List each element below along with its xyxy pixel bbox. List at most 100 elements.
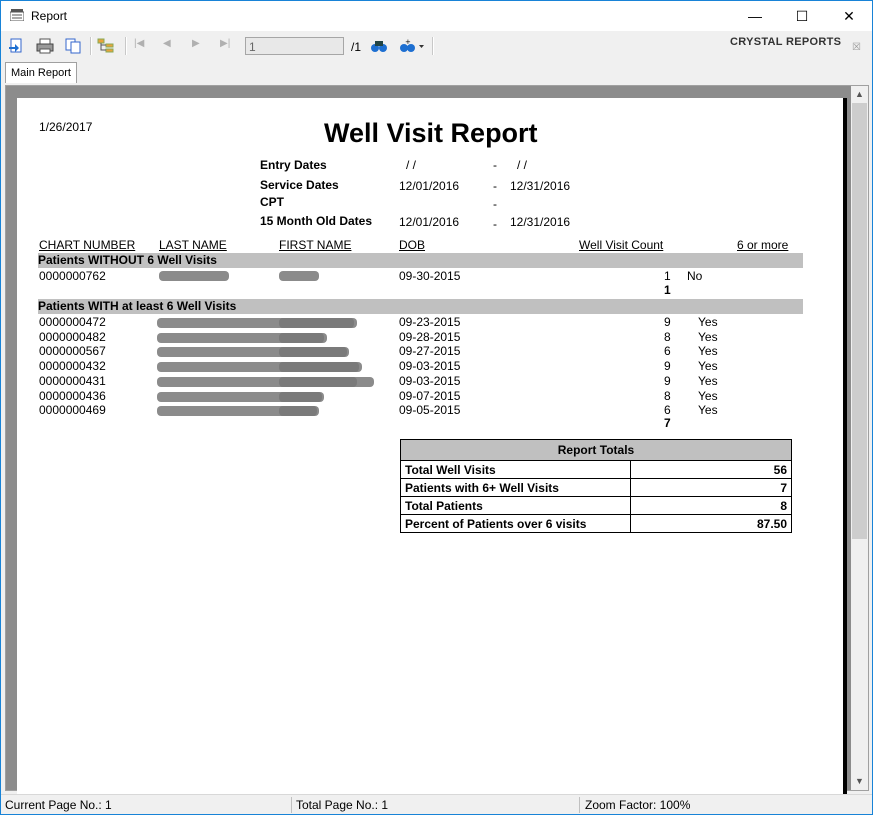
table-row: Patients with 6+ Well Visits 7 (400, 478, 792, 497)
totals-label: Patients with 6+ Well Visits (400, 478, 631, 497)
cell-six-or-more: No (687, 269, 703, 283)
cell-chart-number: 0000000482 (39, 329, 106, 344)
status-separator (579, 797, 580, 813)
cell-dob: 09-23-2015 (399, 315, 461, 329)
redacted-last-name (159, 271, 229, 281)
cell-six-or-more: Yes (698, 344, 718, 359)
find-text-icon[interactable] (370, 38, 388, 54)
redacted-first-name (279, 332, 324, 343)
cell-chart-number: 0000000436 (39, 388, 106, 403)
cell-six-or-more: Yes (698, 315, 718, 329)
copy-icon[interactable] (64, 38, 82, 54)
cell-count: 1 (664, 269, 671, 283)
cell-count: 8 (664, 329, 671, 344)
report-totals-table: Report Totals Total Well Visits 56 Patien… (400, 439, 792, 533)
param-label: Service Dates (260, 178, 339, 192)
group-header-without: Patients WITHOUT 6 Well Visits (38, 253, 803, 268)
export-icon[interactable] (8, 38, 26, 54)
close-viewer-icon[interactable]: ☒ (852, 42, 861, 53)
header-dob: DOB (399, 238, 426, 252)
redacted-first-name (279, 362, 359, 373)
report-app-icon (10, 9, 24, 21)
totals-value: 8 (630, 496, 792, 515)
cell-count: 6 (664, 344, 671, 359)
cell-chart-number: 0000000432 (39, 359, 106, 374)
totals-header: Report Totals (400, 439, 792, 461)
minimize-icon: — (748, 8, 762, 24)
cell-dob: 09-05-2015 (399, 403, 461, 418)
totals-value: 7 (630, 478, 792, 497)
zoom-status: Zoom Factor: 100% (585, 798, 691, 812)
totals-value: 87.50 (630, 514, 792, 533)
param-dash: - (493, 179, 497, 193)
report-window: Report — ☐ ✕ |◀ ◀ ▶ ▶| 1 /1 + CRYSTAL RE… (0, 0, 873, 815)
scroll-down-icon[interactable]: ▼ (851, 773, 868, 790)
redacted-first-name (279, 318, 354, 328)
scrollbar-thumb[interactable] (852, 103, 867, 539)
crystal-reports-logo: CRYSTAL REPORTS (730, 36, 842, 48)
cell-count: 9 (664, 315, 671, 329)
zoom-icon[interactable]: + (397, 38, 425, 54)
cell-chart-number: 0000000567 (39, 344, 106, 359)
tab-bar: Main Report (1, 59, 872, 83)
header-last-name: LAST NAME (159, 238, 227, 252)
maximize-button[interactable]: ☐ (779, 1, 825, 31)
header-first-name: FIRST NAME (279, 238, 352, 252)
cell-dob: 09-07-2015 (399, 388, 461, 403)
page-number-input[interactable]: 1 (245, 37, 344, 55)
vertical-scrollbar[interactable]: ▲ ▼ (851, 86, 868, 790)
status-separator (291, 797, 292, 813)
cell-chart-number: 0000000472 (39, 315, 106, 329)
group-tree-icon[interactable] (97, 38, 115, 54)
last-page-icon[interactable]: ▶| (220, 38, 238, 54)
param-to: 12/31/2016 (510, 215, 571, 229)
redacted-first-name (279, 271, 319, 281)
cell-dob: 09-03-2015 (399, 373, 461, 388)
cell-chart-number: 0000000762 (39, 269, 106, 283)
totals-label: Total Well Visits (400, 460, 631, 479)
redacted-first-name (279, 391, 324, 402)
title-bar: Report — ☐ ✕ (1, 1, 872, 31)
table-row: Percent of Patients over 6 visits 87.50 (400, 514, 792, 533)
cell-dob: 09-03-2015 (399, 359, 461, 374)
param-label: Entry Dates (260, 158, 327, 172)
group-header-with: Patients WITH at least 6 Well Visits (38, 299, 803, 314)
cell-dob: 09-28-2015 (399, 329, 461, 344)
redacted-first-name (279, 347, 349, 358)
param-from: 12/01/2016 (399, 215, 460, 229)
current-page-status: Current Page No.: 1 (5, 798, 112, 812)
header-well-visit-count: Well Visit Count (579, 238, 664, 252)
cell-chart-number: 0000000469 (39, 403, 106, 418)
window-title: Report (31, 9, 68, 23)
param-from: / / (406, 158, 417, 172)
cell-count: 8 (664, 388, 671, 403)
table-row: Total Well Visits 56 (400, 460, 792, 479)
toolbar-separator (90, 37, 92, 55)
page-title: Well Visit Report (324, 118, 538, 148)
cell-dob: 09-30-2015 (399, 269, 461, 283)
totals-label: Total Patients (400, 496, 631, 515)
minimize-button[interactable]: — (732, 1, 778, 31)
toolbar-separator (125, 37, 127, 55)
cell-chart-number: 0000000431 (39, 373, 106, 388)
tab-main-report[interactable]: Main Report (5, 62, 77, 83)
total-page-status: Total Page No.: 1 (296, 798, 389, 812)
status-bar: Current Page No.: 1 Total Page No.: 1 Zo… (1, 794, 872, 814)
close-icon: ✕ (843, 8, 855, 24)
print-date: 1/26/2017 (39, 120, 93, 134)
report-page: 1/26/2017 Well Visit Report Entry Dates … (17, 98, 847, 798)
previous-page-icon[interactable]: ◀ (163, 38, 181, 54)
maximize-icon: ☐ (795, 8, 809, 24)
print-icon[interactable] (36, 38, 54, 54)
group-subtotal: 1 (664, 283, 671, 297)
toolbar: |◀ ◀ ▶ ▶| 1 /1 + CRYSTAL REPORTS ☒ (1, 32, 872, 60)
group-subtotal: 7 (664, 416, 671, 430)
cell-dob: 09-27-2015 (399, 344, 461, 359)
scroll-up-icon[interactable]: ▲ (851, 86, 868, 103)
next-page-icon[interactable]: ▶ (192, 38, 210, 54)
param-label: 15 Month Old Dates (260, 214, 373, 228)
cell-six-or-more: Yes (698, 373, 718, 388)
close-button[interactable]: ✕ (826, 1, 872, 31)
param-dash: - (493, 197, 497, 211)
first-page-icon[interactable]: |◀ (134, 38, 152, 54)
